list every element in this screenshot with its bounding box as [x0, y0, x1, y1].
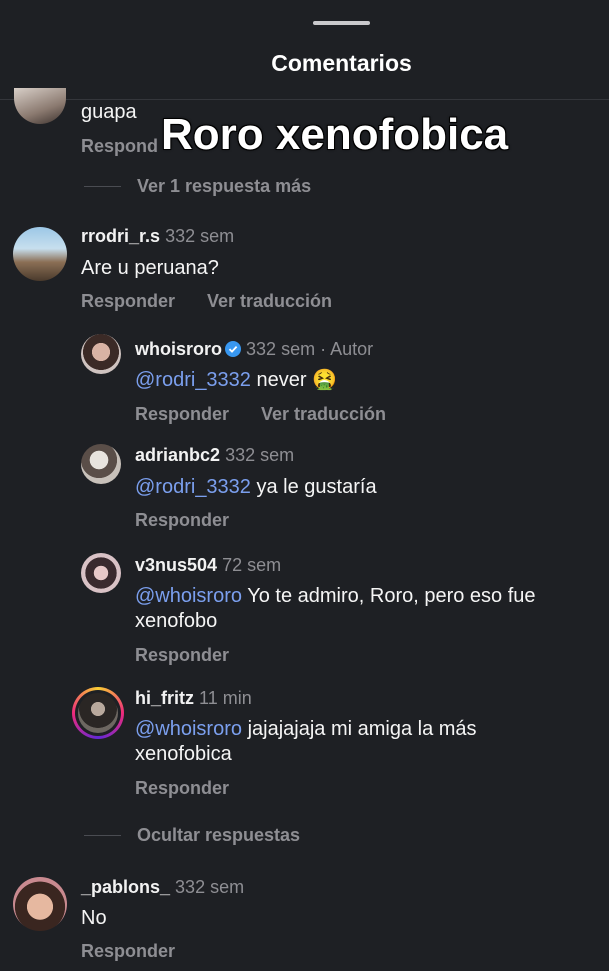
- reply-body-line2: xenofobica: [135, 743, 232, 765]
- reply-meta: v3nus504 72 sem: [135, 555, 281, 576]
- divider: [84, 835, 121, 836]
- timestamp: 11 min: [199, 688, 252, 708]
- avatar[interactable]: [13, 877, 67, 931]
- verified-badge-icon: [225, 341, 242, 357]
- reply-body: ya le gustaría: [250, 476, 377, 498]
- page-title: Comentarios: [271, 50, 412, 76]
- username[interactable]: whoisroro: [135, 339, 222, 359]
- author-tag: · Autor: [320, 339, 374, 359]
- emoji: 🤮: [312, 369, 337, 391]
- timestamp: 332 sem: [225, 445, 295, 465]
- mention-link[interactable]: @rodri_3332: [135, 476, 251, 498]
- reply-button[interactable]: Responder: [81, 291, 175, 312]
- translate-button[interactable]: Ver traducción: [207, 291, 332, 312]
- avatar-story-ring[interactable]: [72, 687, 124, 739]
- reply-text: @whoisroro Yo te admiro, Roro, pero eso …: [135, 584, 605, 634]
- translate-button[interactable]: Ver traducción: [261, 404, 386, 425]
- avatar: [75, 690, 121, 736]
- username[interactable]: hi_fritz: [135, 688, 194, 708]
- mention-link[interactable]: @rodri_3332: [135, 369, 251, 391]
- username[interactable]: adrianbc2: [135, 445, 220, 465]
- reply-button[interactable]: Responder: [81, 941, 175, 962]
- reply-text: @rodri_3332 never 🤮: [135, 368, 337, 393]
- timestamp: 332 sem: [246, 339, 316, 359]
- reply-button[interactable]: Responder: [135, 510, 229, 531]
- reply-body: Yo te admiro, Roro, pero eso fue: [242, 585, 536, 607]
- reply-body: never: [250, 369, 307, 391]
- comment-meta: _pablons_ 332 sem: [81, 877, 244, 898]
- reply-button[interactable]: Responder: [135, 778, 229, 799]
- mention-link[interactable]: @whoisroro: [135, 718, 242, 740]
- username[interactable]: _pablons_: [81, 877, 170, 897]
- avatar[interactable]: [81, 444, 121, 484]
- overlay-caption: Roro xenofobica: [161, 110, 509, 159]
- avatar[interactable]: [14, 88, 66, 124]
- avatar[interactable]: [81, 553, 121, 593]
- timestamp: 72 sem: [222, 555, 282, 575]
- comment-text: Are u peruana?: [81, 257, 219, 279]
- reply-text: @rodri_3332 ya le gustaría: [135, 475, 377, 500]
- reply-body: jajajajaja mi amiga la más: [242, 718, 477, 740]
- comment-meta: rrodri_r.s 332 sem: [81, 226, 234, 247]
- reply-meta: whoisroro 332 sem · Autor: [135, 339, 373, 360]
- avatar-image: [78, 693, 118, 733]
- reply-meta: adrianbc2 332 sem: [135, 445, 294, 466]
- username[interactable]: rrodri_r.s: [81, 226, 160, 246]
- avatar[interactable]: [81, 334, 121, 374]
- username[interactable]: v3nus504: [135, 555, 217, 575]
- divider: [84, 186, 121, 187]
- reply-text: @whoisroro jajajajaja mi amiga la más xen…: [135, 717, 605, 767]
- reply-body-line2: xenofobo: [135, 610, 218, 632]
- reply-button[interactable]: Responder: [135, 404, 229, 425]
- avatar[interactable]: [13, 227, 67, 281]
- view-more-replies-button[interactable]: Ver 1 respuesta más: [137, 176, 311, 197]
- hide-replies-button[interactable]: Ocultar respuestas: [137, 825, 300, 846]
- comment-text: No: [81, 907, 107, 929]
- reply-button[interactable]: Respond: [81, 136, 158, 157]
- mention-link[interactable]: @whoisroro: [135, 585, 242, 607]
- reply-meta: hi_fritz 11 min: [135, 688, 252, 709]
- drag-handle[interactable]: [313, 21, 370, 25]
- timestamp: 332 sem: [165, 226, 235, 246]
- reply-button[interactable]: Responder: [135, 645, 229, 666]
- timestamp: 332 sem: [175, 877, 245, 897]
- comment-text: guapa: [81, 101, 137, 123]
